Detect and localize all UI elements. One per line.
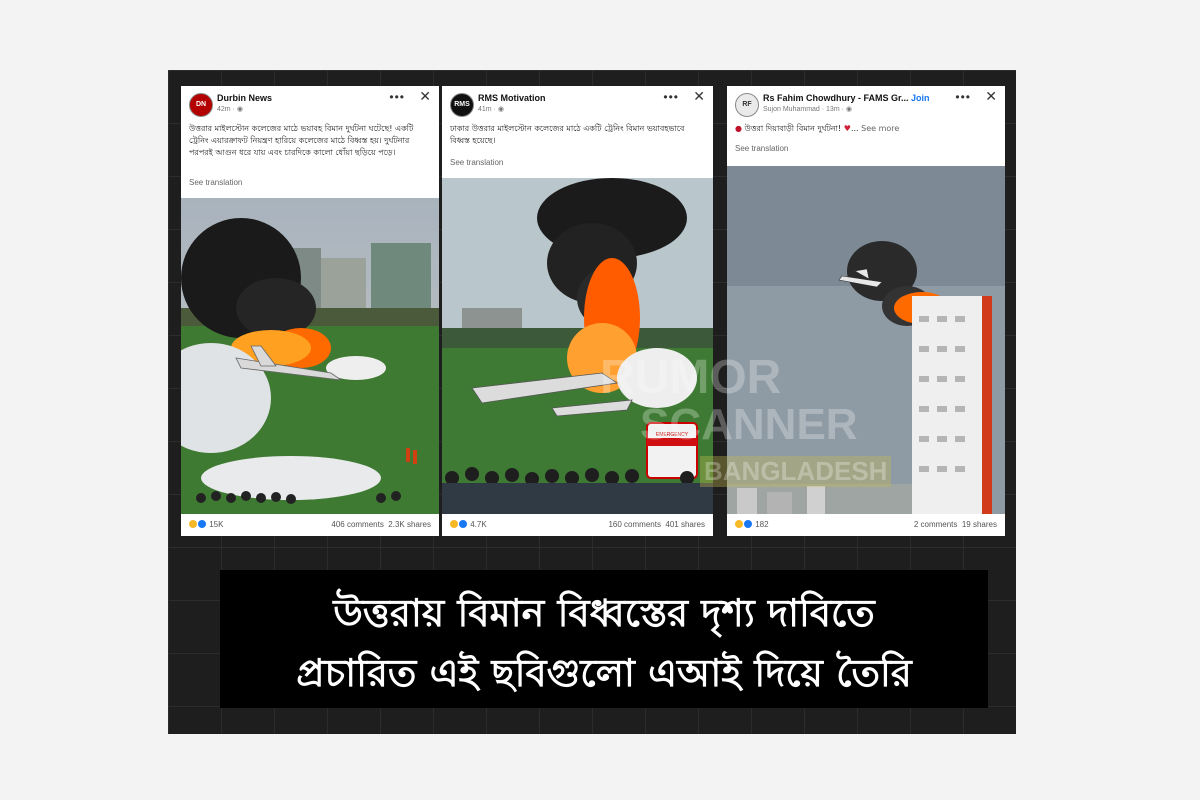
see-translation-link[interactable]: See translation	[189, 178, 242, 187]
shares-count[interactable]: 19 shares	[962, 520, 997, 529]
like-reaction-icon	[744, 520, 752, 528]
reaction-count-label: 182	[755, 520, 769, 529]
broken-heart-icon: ♥	[843, 124, 851, 133]
page-name[interactable]: Durbin News	[217, 93, 272, 103]
avatar[interactable]: RMS	[450, 93, 474, 117]
group-name-label[interactable]: Rs Fahim Chowdhury - FAMS Gr...	[763, 93, 909, 103]
more-options-icon[interactable]: •••	[955, 90, 971, 104]
like-reaction-icon	[198, 520, 206, 528]
post-footer: 4.7K 160 comments 401 shares	[442, 514, 713, 536]
siren-icon: ●	[735, 124, 742, 133]
post-header: RF Rs Fahim Chowdhury - FAMS Gr... Join …	[727, 86, 1005, 176]
caption-line-1: উত্তরায় বিমান বিধ্বস্তের দৃশ্য দাবিতে	[333, 591, 875, 635]
reaction-count-label: 15K	[209, 520, 224, 529]
avatar-text: RMS	[454, 101, 470, 108]
comments-count[interactable]: 160 comments	[608, 520, 660, 529]
close-icon[interactable]: ✕	[419, 88, 431, 105]
post-image-crash-fire[interactable]: EMERGENCY	[442, 178, 713, 514]
post-image-crash-field[interactable]	[181, 198, 439, 514]
more-options-icon[interactable]: •••	[663, 90, 679, 104]
watermark-line-3: BANGLADESH	[700, 456, 892, 487]
shares-count[interactable]: 401 shares	[665, 520, 705, 529]
sad-reaction-icon	[189, 520, 197, 528]
avatar[interactable]: RF	[735, 93, 759, 117]
watermark-line-2: SCANNER	[640, 400, 858, 449]
post-card-rms-motivation: RMS RMS Motivation 41m · ◉ ••• ✕ ঢাকার উ…	[442, 86, 713, 536]
caption-banner: উত্তরায় বিমান বিধ্বস্তের দৃশ্য দাবিতে প…	[220, 570, 988, 708]
post-meta: Sujon Muhammad · 13m · ◉	[763, 106, 852, 113]
watermark-line-1: RUMOR	[600, 351, 782, 404]
reaction-count[interactable]: 4.7K	[450, 520, 487, 529]
post-stats: 2 comments 19 shares	[914, 520, 997, 529]
post-meta: 41m · ◉	[478, 106, 504, 113]
see-more-link[interactable]: See more	[861, 124, 899, 133]
more-options-icon[interactable]: •••	[389, 90, 405, 104]
reaction-count[interactable]: 182	[735, 520, 769, 529]
avatar[interactable]: DN	[189, 93, 213, 117]
see-translation-link[interactable]: See translation	[450, 158, 503, 167]
close-icon[interactable]: ✕	[985, 88, 997, 105]
post-text: উত্তরা দিয়াবাড়ী বিমান দুর্ঘটনা!	[744, 124, 842, 133]
caption-line-2: প্রচারিত এই ছবিগুলো এআই দিয়ে তৈরি	[296, 651, 912, 695]
sad-reaction-icon	[735, 520, 743, 528]
post-text: ঢাকার উত্তরার মাইলস্টোন কলেজের মাঠে একটি…	[450, 124, 685, 145]
post-card-durbin-news: DN Durbin News 42m · ◉ ••• ✕ উত্তরার মাই…	[181, 86, 439, 536]
close-icon[interactable]: ✕	[693, 88, 705, 105]
post-header: DN Durbin News 42m · ◉ ••• ✕ উত্তরার মাই…	[181, 86, 439, 176]
post-stats: 160 comments 401 shares	[608, 520, 705, 529]
comments-count[interactable]: 406 comments	[331, 520, 383, 529]
reaction-count[interactable]: 15K	[189, 520, 223, 529]
avatar-text: RF	[742, 101, 752, 108]
post-footer: 182 2 comments 19 shares	[727, 514, 1005, 536]
post-footer: 15K 406 comments 2.3K shares	[181, 514, 439, 536]
post-text-row: ● উত্তরা দিয়াবাড়ী বিমান দুর্ঘটনা! ♥...…	[735, 124, 900, 133]
join-button[interactable]: Join	[911, 93, 930, 103]
reaction-count-label: 4.7K	[470, 520, 487, 529]
like-reaction-icon	[459, 520, 467, 528]
group-name: Rs Fahim Chowdhury - FAMS Gr... Join	[763, 93, 930, 103]
post-stats: 406 comments 2.3K shares	[331, 520, 431, 529]
sad-reaction-icon	[450, 520, 458, 528]
page-name[interactable]: RMS Motivation	[478, 93, 546, 103]
see-translation-link[interactable]: See translation	[735, 144, 788, 153]
comments-count[interactable]: 2 comments	[914, 520, 958, 529]
post-meta: 42m · ◉	[217, 106, 243, 113]
post-text: উত্তরার মাইলস্টোন কলেজের মাঠে ভয়াবহ বিম…	[189, 124, 414, 157]
avatar-text: DN	[195, 101, 207, 108]
shares-count[interactable]: 2.3K shares	[388, 520, 431, 529]
